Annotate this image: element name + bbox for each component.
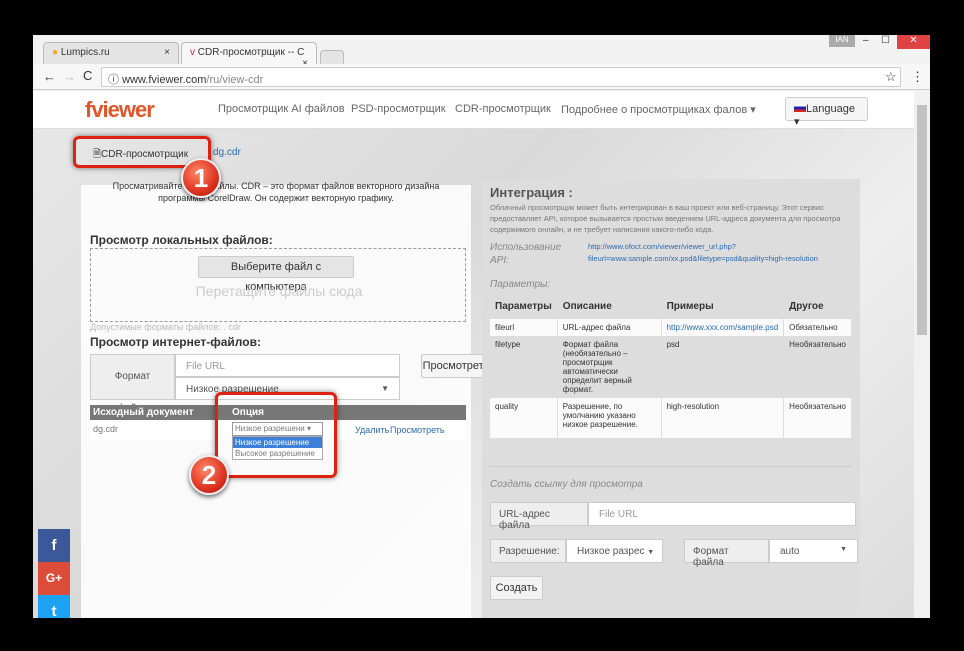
create-url-input[interactable]: File URL (588, 502, 856, 526)
api-url-line[interactable]: fileurl=www.sample.com/xx.psd&filetype=p… (588, 254, 818, 263)
integration-panel: Интеграция : Облачный просмотрщик может … (482, 179, 860, 618)
cell: high-resolution (661, 398, 785, 438)
th-other: Другое (783, 294, 852, 319)
th-example: Примеры (661, 294, 785, 319)
chevron-down-icon: ▼ (840, 546, 847, 553)
online-files-title: Просмотр интернет-файлов: (90, 335, 261, 349)
th-desc: Описание (557, 294, 662, 319)
resolution-label: Разрешение: (490, 539, 566, 563)
forward-icon[interactable]: → (63, 69, 76, 84)
cell: Необязательно (783, 398, 852, 438)
twitter-share-button[interactable]: t (38, 595, 70, 618)
annotation-badge-2: 2 (189, 455, 229, 495)
reload-icon[interactable]: C (83, 68, 92, 83)
file-name: dg.cdr (93, 424, 119, 434)
site-header: fviewer Просмотрщик AI файлов PSD-просмо… (33, 91, 914, 129)
cell: psd (661, 336, 785, 398)
intro-line: Просматривайте CDR файлы. CDR – это форм… (112, 181, 440, 191)
drop-zone[interactable]: Выберите файл с компьютера Перетащите фа… (90, 248, 466, 322)
back-icon[interactable]: ← (43, 69, 56, 84)
cell: URL-адрес файла (557, 319, 662, 336)
th-param: Параметры (490, 294, 558, 319)
intro-line: программы CorelDraw. Он содержит векторн… (158, 193, 394, 203)
table-row: filetype Формат файла (необязательно – пр… (490, 336, 852, 398)
url-input[interactable]: ⓘ www.fviewer.com/ru/view-cdr (101, 67, 901, 87)
params-table: Параметры Описание Примеры Другое fileurl UR… (490, 294, 852, 438)
favicon-icon: v (190, 47, 195, 58)
cell: fileurl (490, 319, 558, 336)
tab-label: Lumpics.ru (60, 47, 110, 58)
menu-icon[interactable]: ⋮ (911, 69, 924, 85)
view-url-button[interactable]: Просмотреть (421, 354, 491, 378)
nav-more-dropdown[interactable]: Подробнее о просмотрщиках фалов ▾ (561, 103, 756, 116)
col-source: Исходный документ (93, 407, 194, 418)
cell: Формат файла (необязательно – просмотрщи… (557, 336, 662, 398)
local-files-title: Просмотр локальных файлов: (90, 233, 273, 247)
google-plus-share-button[interactable]: G+ (38, 562, 70, 595)
format-label: Формат файла (90, 354, 175, 414)
allowed-formats: Допустимые форматы файлов: . cdr (90, 322, 241, 332)
drop-text: Перетащите файлы сюда (195, 283, 363, 299)
favicon-icon: ● (52, 47, 59, 58)
language-button[interactable]: Language ▾ (785, 97, 868, 128)
cell: Обязательно (783, 319, 852, 336)
api-label: Использование API: (490, 242, 562, 266)
tab-lumpics[interactable]: ● Lumpics.ru × (43, 42, 179, 64)
annotation-badge-1: 1 (181, 158, 221, 198)
logo[interactable]: fviewer (85, 97, 155, 123)
table-row: fileurl URL-адрес файла http://www.xxx.com… (490, 319, 852, 336)
choose-file-button[interactable]: Выберите файл с компьютера (198, 256, 354, 293)
integration-description: Облачный просмотрщик может быть интегрир… (490, 203, 841, 234)
nav-psd-viewer[interactable]: PSD-просмотрщик (351, 103, 446, 115)
cell: Разрешение, по умолчанию указано низкое … (557, 398, 662, 438)
create-link-label: Создать ссылку для просмотра (490, 466, 852, 490)
view-link[interactable]: Просмотреть (390, 425, 445, 435)
url-host: www.fviewer.com (122, 74, 207, 86)
api-url-line[interactable]: http://www.ofoct.com/viewer/viewer_url.p… (588, 242, 736, 251)
facebook-share-button[interactable]: f (38, 529, 70, 562)
breadcrumb-file[interactable]: dg.cdr (213, 147, 273, 158)
new-tab-button[interactable] (320, 50, 344, 64)
browser-window: ● Lumpics.ru × v CDR-просмотрщик -- С× IA… (33, 35, 930, 618)
format-label: Формат файла (684, 539, 769, 568)
cell: filetype (490, 336, 558, 398)
create-button[interactable]: Создать (490, 576, 543, 600)
nav-ai-viewer[interactable]: Просмотрщик AI файлов (218, 103, 345, 115)
minimize-button[interactable]: – (863, 35, 869, 46)
scrollbar-thumb[interactable] (917, 105, 927, 335)
delete-link[interactable]: Удалить (355, 425, 389, 435)
tab-label: CDR-просмотрщик -- С (197, 47, 305, 58)
tab-bar: ● Lumpics.ru × v CDR-просмотрщик -- С× IA… (33, 35, 930, 69)
info-icon: ⓘ (108, 74, 119, 86)
format-value: auto (780, 546, 800, 557)
params-label: Параметры: (490, 279, 551, 290)
resolution-select[interactable]: Низкое разрес ▼ (566, 539, 663, 563)
nav-cdr-viewer[interactable]: CDR-просмотрщик (455, 103, 551, 115)
url-label: URL-адрес файла (490, 502, 588, 531)
table-row: quality Разрешение, по умолчанию указано … (490, 398, 852, 438)
format-select[interactable]: auto ▼ (769, 539, 858, 563)
close-window-button[interactable]: ✕ (897, 35, 930, 49)
cell: Необязательно (783, 336, 852, 398)
page: fviewer Просмотрщик AI файлов PSD-просмо… (33, 91, 914, 618)
cell: quality (490, 398, 558, 438)
chevron-down-icon: ▼ (381, 384, 389, 393)
user-badge[interactable]: IAN (829, 35, 855, 47)
integration-title: Интеграция : (490, 185, 573, 200)
annotation-box-2 (215, 392, 337, 478)
example-link[interactable]: http://www.xxx.com/sample.psd (661, 319, 785, 336)
chevron-down-icon: ▼ (647, 549, 655, 556)
file-url-input[interactable]: File URL (175, 354, 400, 377)
maximize-button[interactable]: ☐ (881, 35, 890, 46)
russia-flag-icon (794, 104, 806, 112)
tab-cdr-viewer[interactable]: v CDR-просмотрщик -- С× (181, 42, 317, 69)
address-bar-row: ← → C ⓘ www.fviewer.com/ru/view-cdr ☆ ⋮ (33, 64, 930, 90)
bookmark-star-icon[interactable]: ☆ (885, 69, 897, 85)
intro-text: Просматривайте CDR файлы. CDR – это форм… (81, 180, 471, 204)
scrollbar[interactable] (914, 91, 930, 618)
url-path: /ru/view-cdr (206, 74, 264, 86)
close-tab-icon[interactable]: × (164, 47, 170, 58)
resolution-value: Низкое разрес (577, 546, 645, 557)
